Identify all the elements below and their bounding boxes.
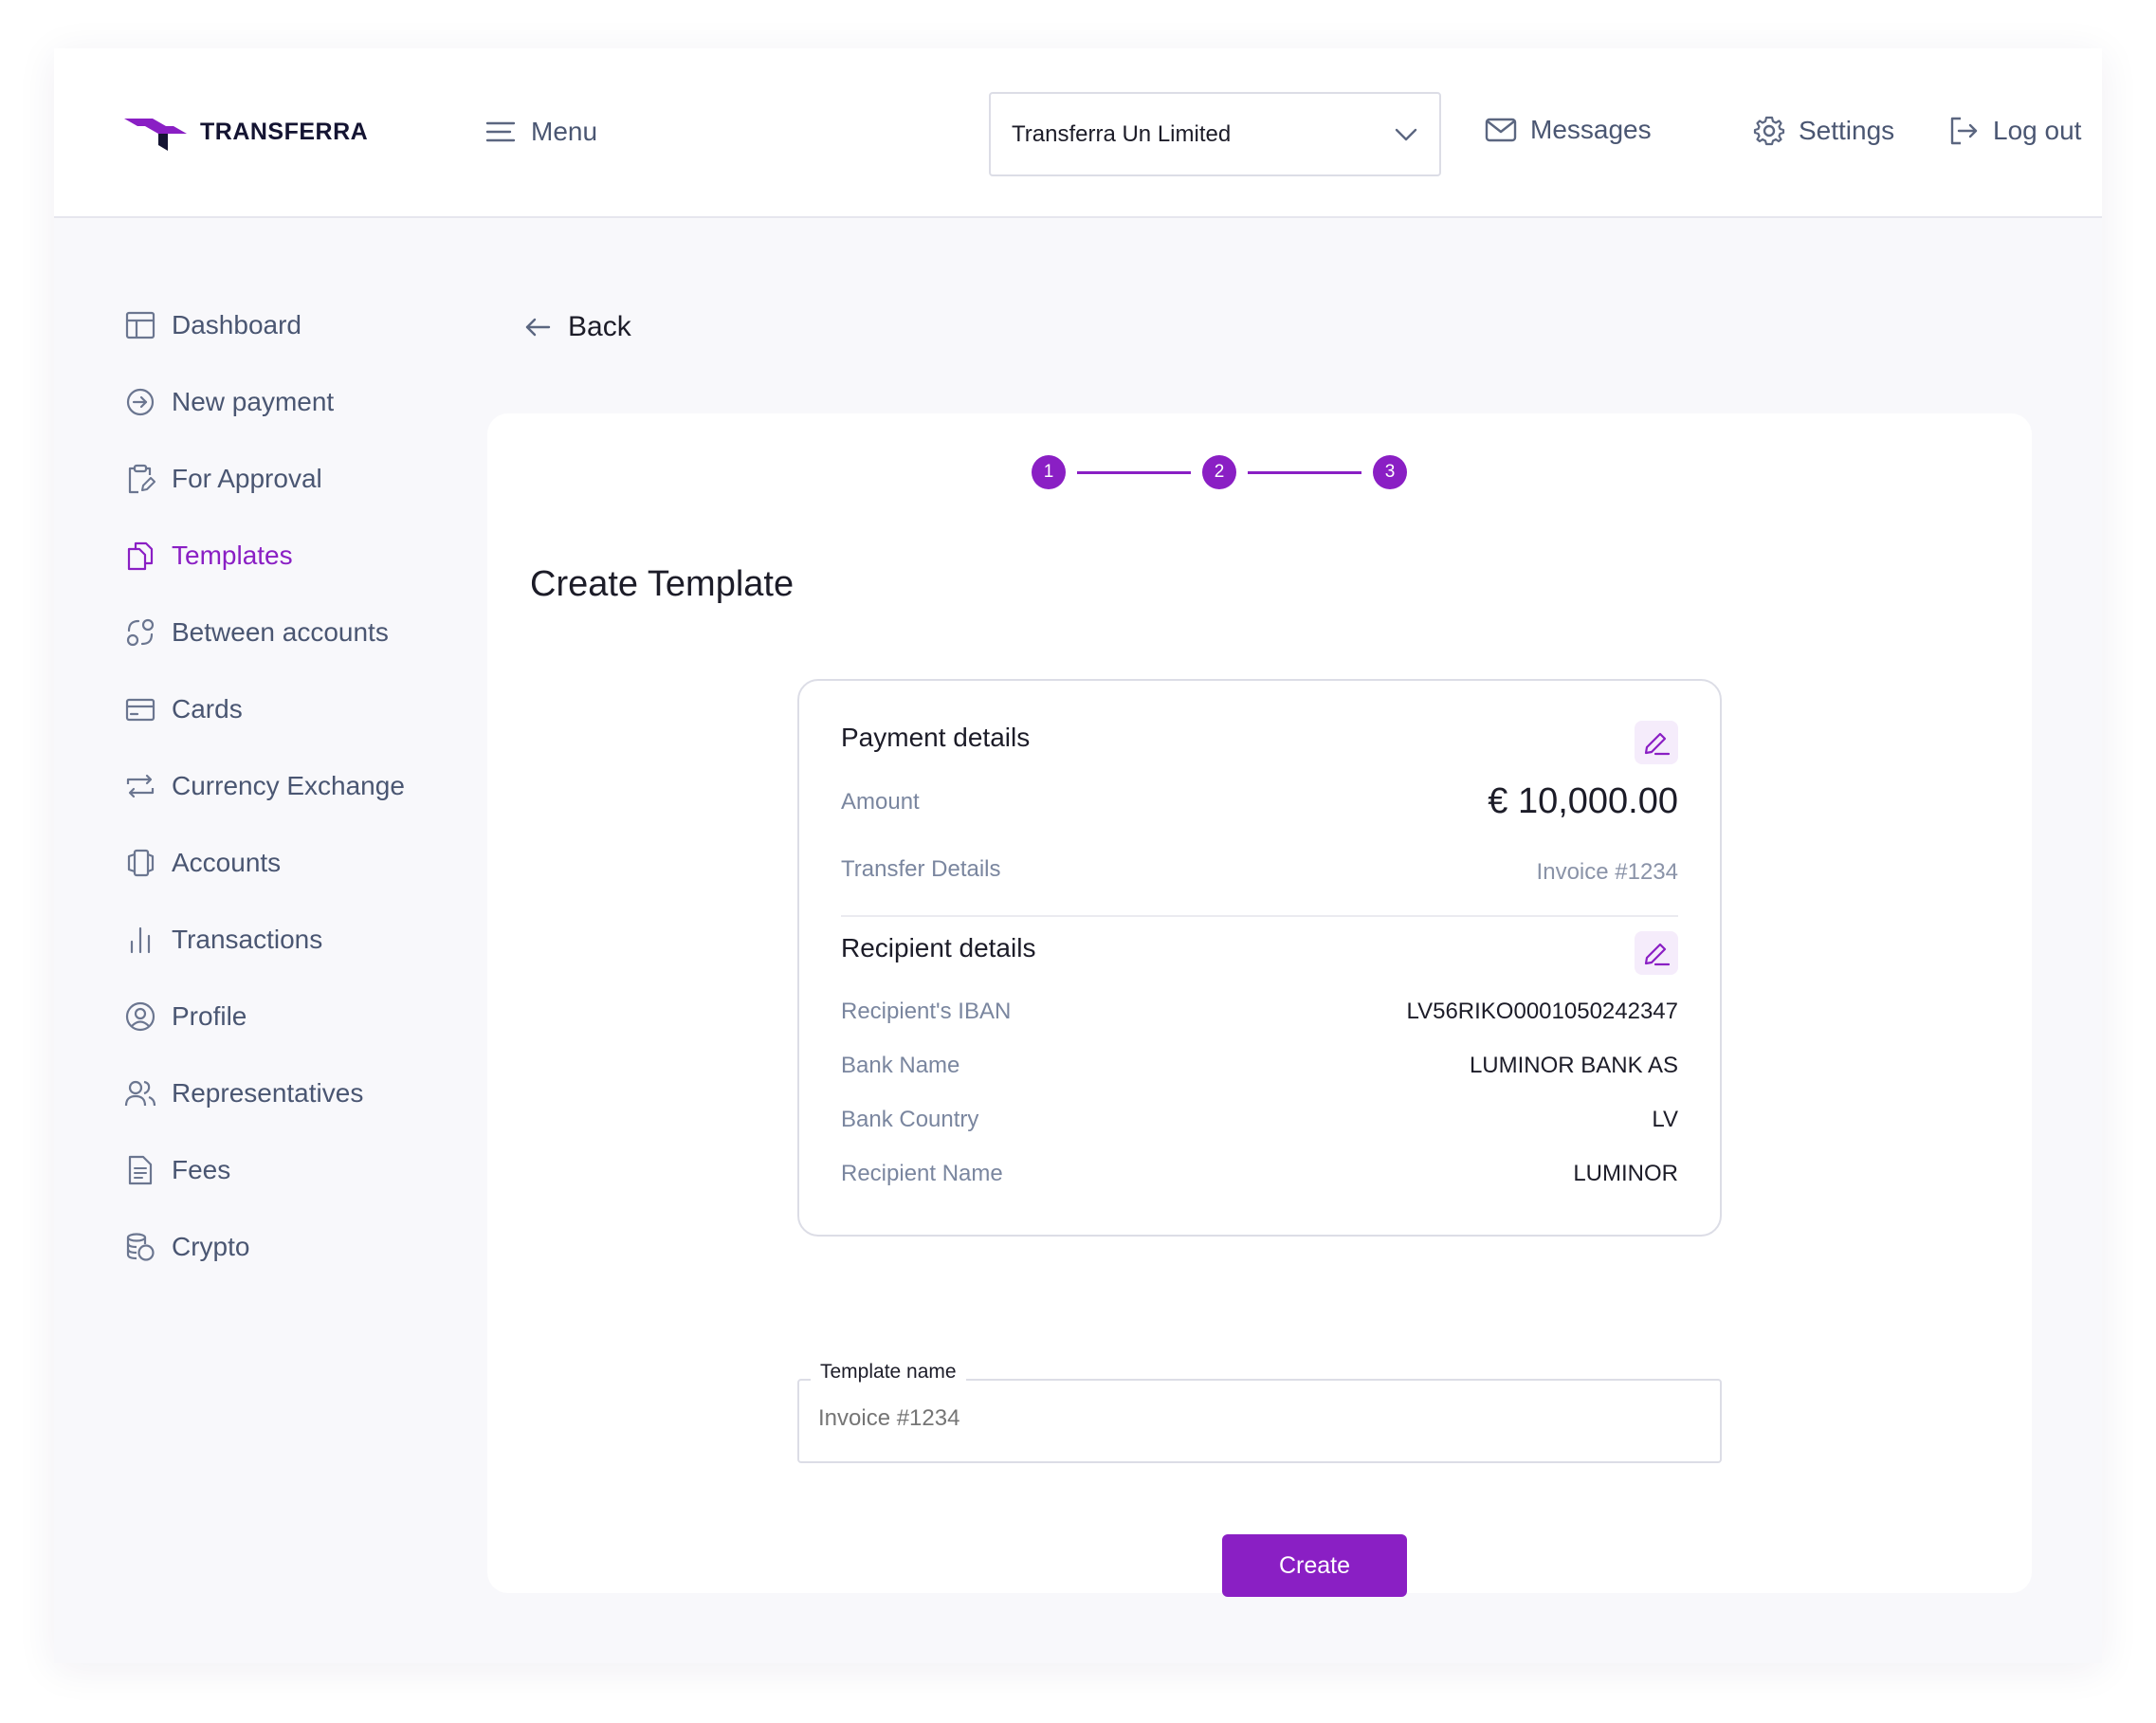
- page-title: Create Template: [530, 564, 795, 604]
- coins-icon: [124, 1231, 156, 1263]
- back-label: Back: [568, 311, 631, 342]
- create-template-card: 1 2 3 Create Template Payment details Am…: [487, 413, 2032, 1597]
- menu-label: Menu: [531, 117, 598, 146]
- template-name-input[interactable]: [818, 1405, 1672, 1432]
- sidebar-item-between-accounts[interactable]: Between accounts: [124, 594, 503, 670]
- transfer-details-value: Invoice #1234: [1536, 859, 1678, 885]
- sidebar-item-label: Crypto: [172, 1231, 250, 1261]
- edit-recipient-button[interactable]: [1635, 931, 1678, 975]
- recipient-name-value: LUMINOR: [1573, 1161, 1678, 1186]
- envelope-icon: [1485, 118, 1517, 142]
- sidebar-item-templates[interactable]: Templates: [124, 517, 503, 594]
- step-connector: [1248, 470, 1361, 474]
- template-name-field: Template name: [797, 1361, 1722, 1463]
- gear-icon: [1753, 116, 1785, 146]
- logout-icon: [1950, 117, 1978, 145]
- transfer-details-label: Transfer Details: [841, 856, 1001, 882]
- summary-panel: Payment details Amount € 10,000.00 Trans…: [797, 679, 1722, 1237]
- settings-label: Settings: [1799, 116, 1895, 145]
- pencil-icon: [1644, 943, 1671, 966]
- back-button[interactable]: Back: [524, 311, 631, 343]
- progress-stepper: 1 2 3: [1032, 455, 1407, 489]
- sidebar-item-profile[interactable]: Profile: [124, 978, 503, 1054]
- step-1[interactable]: 1: [1032, 455, 1066, 489]
- sidebar-item-accounts[interactable]: Accounts: [124, 824, 503, 901]
- sidebar-item-label: Profile: [172, 1000, 247, 1031]
- bank-name-value: LUMINOR BANK AS: [1469, 1053, 1678, 1078]
- sidebar-item-label: Transactions: [172, 924, 323, 954]
- bank-country-value: LV: [1652, 1107, 1678, 1132]
- exchange-icon: [124, 770, 156, 802]
- step-connector: [1077, 470, 1191, 474]
- step-2[interactable]: 2: [1202, 455, 1236, 489]
- users-icon: [124, 1077, 156, 1109]
- recipient-name-label: Recipient Name: [841, 1161, 1003, 1186]
- sidebar-item-label: Accounts: [172, 847, 282, 877]
- hamburger-icon: [485, 121, 516, 142]
- sidebar-item-fees[interactable]: Fees: [124, 1131, 503, 1208]
- sidebar-item-label: Cards: [172, 693, 243, 724]
- sidebar-item-cards[interactable]: Cards: [124, 670, 503, 747]
- templates-icon: [124, 540, 156, 572]
- sidebar-item-for-approval[interactable]: For Approval: [124, 440, 503, 517]
- template-name-label: Template name: [811, 1361, 966, 1384]
- between-accounts-icon: [124, 616, 156, 649]
- logout-label: Log out: [1993, 116, 2082, 145]
- arrow-left-icon: [525, 318, 551, 337]
- iban-label: Recipient's IBAN: [841, 999, 1012, 1024]
- section-divider: [841, 915, 1678, 917]
- messages-label: Messages: [1530, 115, 1652, 144]
- amount-value: € 10,000.00: [1488, 781, 1678, 821]
- payment-details-heading: Payment details: [841, 723, 1031, 752]
- sidebar-item-representatives[interactable]: Representatives: [124, 1054, 503, 1131]
- top-header: TRANSFERRA Menu Transferra Un Limited Me…: [54, 48, 2102, 218]
- logout-button[interactable]: Log out: [1947, 115, 2081, 147]
- sidebar-item-dashboard[interactable]: Dashboard: [124, 286, 503, 363]
- bank-country-label: Bank Country: [841, 1107, 979, 1132]
- accounts-icon: [124, 847, 156, 879]
- company-select[interactable]: Transferra Un Limited: [989, 92, 1441, 176]
- pencil-icon: [1644, 732, 1671, 756]
- chevron-down-icon: [1395, 128, 1417, 140]
- user-circle-icon: [124, 1000, 156, 1033]
- sidebar-item-label: Representatives: [172, 1077, 364, 1108]
- amount-label: Amount: [841, 789, 920, 815]
- sidebar-item-label: Dashboard: [172, 309, 301, 339]
- recipient-details-heading: Recipient details: [841, 933, 1036, 962]
- clipboard-edit-icon: [124, 463, 156, 495]
- sidebar-item-transactions[interactable]: Transactions: [124, 901, 503, 978]
- brand-logo[interactable]: TRANSFERRA: [124, 113, 368, 151]
- sidebar-item-currency-exchange[interactable]: Currency Exchange: [124, 747, 503, 824]
- transferra-logo-icon: [124, 119, 187, 151]
- sidebar-item-label: Templates: [172, 540, 293, 570]
- sidebar-item-label: Fees: [172, 1154, 231, 1184]
- sidebar-item-label: New payment: [172, 386, 335, 416]
- sidebar-item-new-payment[interactable]: New payment: [124, 363, 503, 440]
- sidebar-item-label: For Approval: [172, 463, 322, 493]
- arrow-circle-icon: [124, 386, 156, 418]
- app-frame: TRANSFERRA Menu Transferra Un Limited Me…: [54, 48, 2102, 1663]
- sidebar-nav: Dashboard New payment For Approval Templ…: [124, 286, 503, 1285]
- bar-chart-icon: [124, 924, 156, 956]
- brand-name: TRANSFERRA: [200, 118, 369, 145]
- messages-button[interactable]: Messages: [1485, 115, 1652, 145]
- card-icon: [124, 693, 156, 725]
- step-3[interactable]: 3: [1373, 455, 1407, 489]
- edit-payment-button[interactable]: [1635, 721, 1678, 764]
- dashboard-icon: [124, 309, 156, 341]
- sidebar-item-label: Currency Exchange: [172, 770, 405, 800]
- bank-name-label: Bank Name: [841, 1053, 960, 1078]
- create-button[interactable]: Create: [1222, 1534, 1407, 1597]
- sidebar-item-label: Between accounts: [172, 616, 389, 647]
- company-select-value: Transferra Un Limited: [1012, 120, 1232, 147]
- menu-button[interactable]: Menu: [485, 117, 597, 147]
- settings-button[interactable]: Settings: [1753, 115, 1894, 147]
- iban-value: LV56RIKO0001050242347: [1406, 999, 1678, 1024]
- document-icon: [124, 1154, 156, 1186]
- sidebar-item-crypto[interactable]: Crypto: [124, 1208, 503, 1285]
